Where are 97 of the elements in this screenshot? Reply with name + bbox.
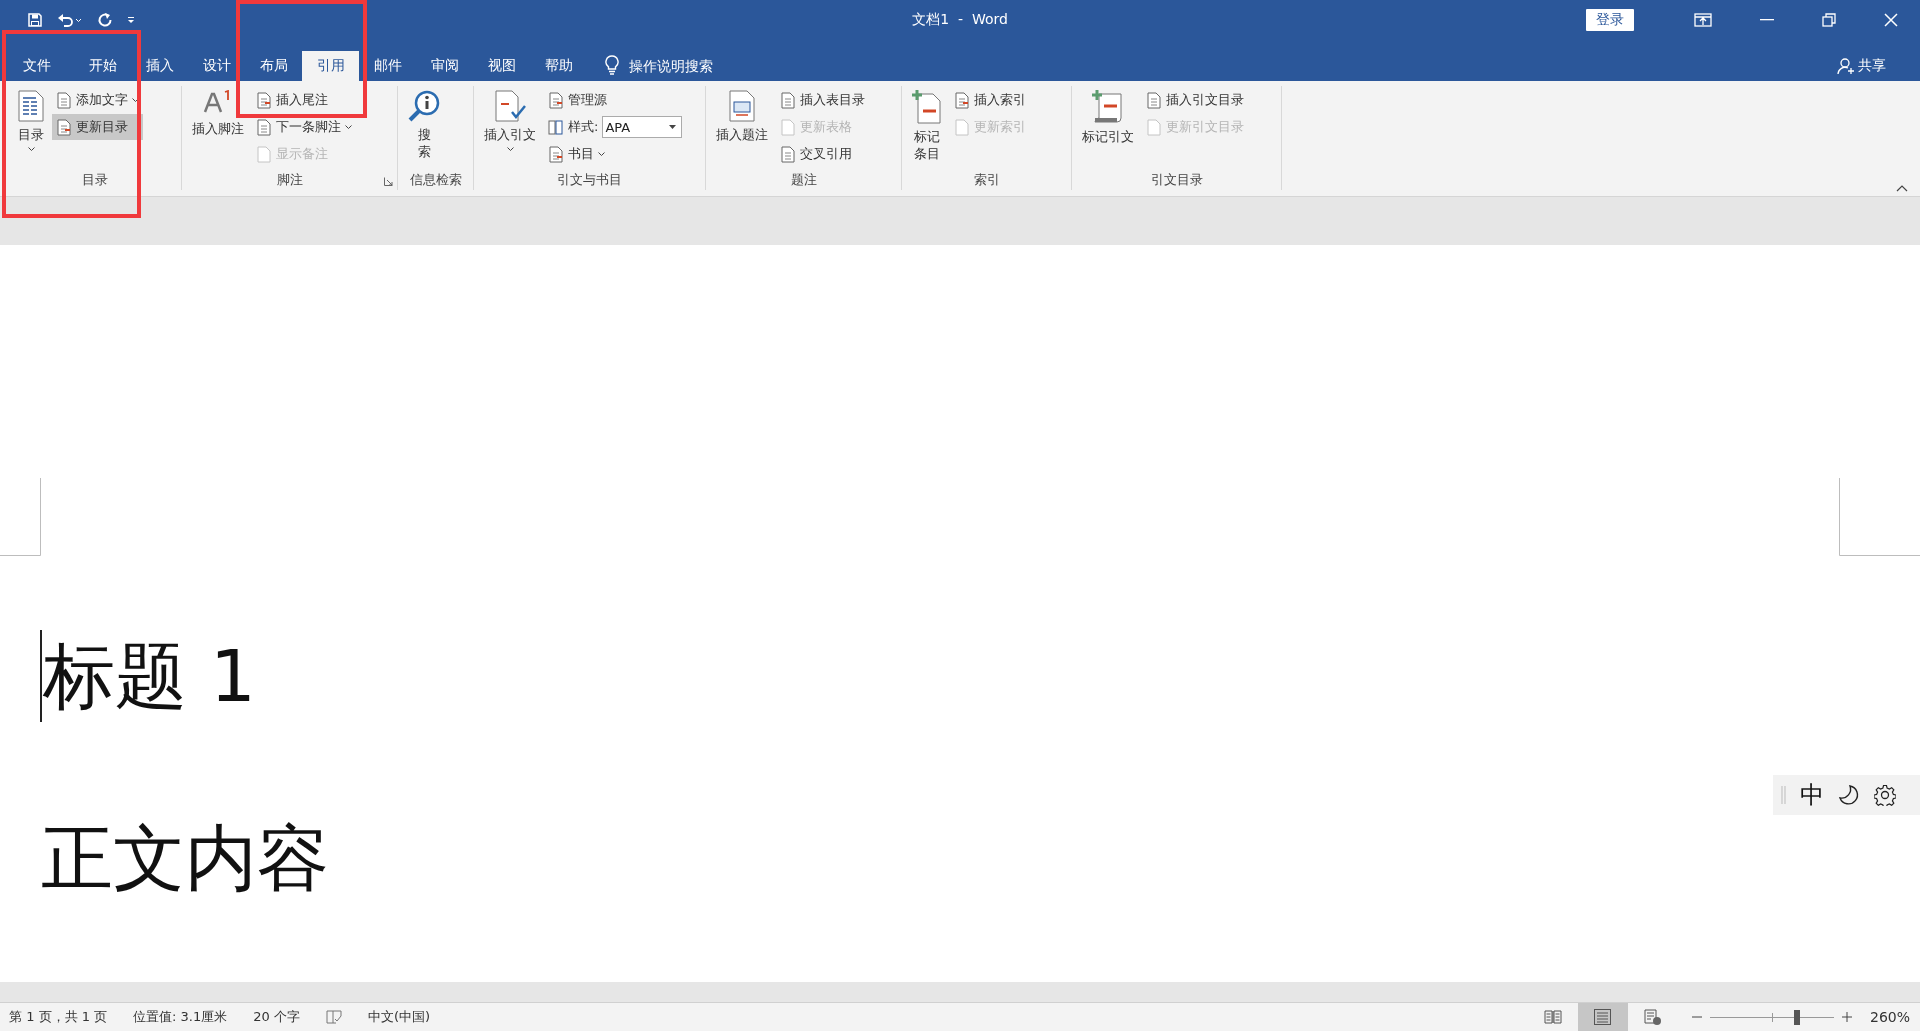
ribbon-tab[interactable]: 邮件	[359, 51, 416, 81]
group-label: 题注	[790, 171, 817, 189]
status-text[interactable]: 20 个字	[253, 1008, 300, 1026]
status-text[interactable]: 中文(中国)	[367, 1008, 431, 1026]
view-button[interactable]	[1577, 1003, 1628, 1031]
minimize-icon[interactable]	[1760, 19, 1774, 21]
ribbon-button[interactable]: 目录	[12, 86, 50, 153]
book-icon	[548, 118, 564, 136]
ribbon-button[interactable]: 标记 条目	[906, 86, 948, 164]
ribbon-tab[interactable]: 审阅	[416, 51, 473, 81]
group-label: 脚注	[276, 171, 303, 189]
ribbon-tab[interactable]: 引用	[302, 51, 359, 81]
group-label: 索引	[973, 171, 1000, 189]
style-label: 样式:	[568, 118, 599, 136]
ribbon-button[interactable]: 插入表目录	[776, 87, 869, 113]
document-icon	[954, 118, 970, 136]
document-icon	[256, 118, 272, 136]
ribbon-button[interactable]: 插入引文目录	[1142, 87, 1248, 113]
web-layout-icon	[1643, 1009, 1662, 1025]
style-dropdown[interactable]: APA	[602, 116, 683, 138]
document-icon	[256, 91, 272, 109]
close-icon[interactable]	[1884, 13, 1898, 27]
sign-in-button[interactable]: 登录	[1586, 9, 1634, 31]
share-button[interactable]: 共享	[1831, 51, 1892, 81]
moon-icon[interactable]	[1838, 784, 1860, 806]
ribbon-tab[interactable]: 开始	[74, 51, 131, 81]
document-icon	[548, 145, 564, 163]
document-icon	[954, 91, 970, 109]
document-icon	[256, 145, 272, 163]
ribbon-button[interactable]: 书目	[544, 141, 687, 167]
heading-text: 标题 1	[42, 633, 256, 720]
person-add-icon	[1837, 57, 1855, 75]
dialog-launcher-icon[interactable]	[384, 177, 393, 186]
caret-icon	[345, 125, 352, 129]
ribbon-tab[interactable]: 文件	[8, 51, 66, 81]
document-icon	[548, 91, 564, 109]
document-icon	[56, 118, 72, 136]
document-icon	[56, 91, 72, 109]
caption-icon	[729, 90, 755, 122]
caret-icon	[506, 147, 514, 151]
search-icon	[408, 90, 440, 122]
ribbon-button[interactable]: 插入索引	[950, 87, 1030, 113]
caret-icon	[27, 147, 35, 151]
caret-icon	[132, 98, 139, 102]
ribbon-button[interactable]: 插入题注	[710, 86, 774, 145]
ribbon-button[interactable]: 插入脚注	[186, 86, 250, 139]
status-text[interactable]: 位置值: 3.1厘米	[133, 1008, 228, 1026]
ribbon-button[interactable]: 下一条脚注	[252, 114, 356, 140]
lightbulb-icon	[605, 55, 619, 75]
window-title: 文档1 - Word	[912, 11, 1008, 29]
status-text[interactable]: 第 1 页，共 1 页	[9, 1008, 108, 1026]
scroll-plus-icon	[1091, 90, 1125, 124]
zoom-slider-thumb[interactable]	[1793, 1009, 1800, 1025]
proofing-book-icon[interactable]	[325, 1010, 342, 1024]
collapse-ribbon-icon[interactable]	[1896, 185, 1908, 192]
body-text: 正文内容	[41, 815, 329, 902]
ribbon-button[interactable]: 添加文字	[52, 87, 143, 113]
ribbon-button[interactable]: 搜 索	[402, 86, 446, 162]
citation-icon	[494, 90, 526, 122]
ribbon-button[interactable]: 标记引文	[1076, 86, 1140, 147]
tell-me-search[interactable]: 操作说明搜索	[629, 51, 713, 81]
document-plus-icon	[912, 90, 942, 124]
settings-icon[interactable]	[1874, 784, 1896, 806]
ribbon-tab[interactable]: 视图	[473, 51, 530, 81]
caret-icon	[598, 152, 605, 156]
customize-caret-icon[interactable]	[127, 16, 135, 24]
ribbon-tab[interactable]: 布局	[245, 51, 302, 81]
print-layout-icon	[1594, 1009, 1612, 1025]
document-icon	[1146, 118, 1162, 136]
ribbon-tab[interactable]: 帮助	[530, 51, 587, 81]
caret-icon	[669, 125, 677, 129]
document-icon	[780, 91, 796, 109]
read-mode-icon	[1543, 1010, 1562, 1024]
drag-handle-icon[interactable]	[1781, 786, 1786, 804]
document-list-icon	[18, 90, 44, 122]
save-icon[interactable]	[27, 12, 43, 28]
document-icon	[780, 145, 796, 163]
zoom-in-icon[interactable]	[1841, 1012, 1852, 1022]
group-label: 目录	[81, 171, 108, 189]
group-label: 信息检索	[409, 171, 462, 189]
group-label: 引文与书目	[557, 171, 622, 189]
document-icon	[780, 118, 796, 136]
ribbon-button[interactable]: 插入尾注	[252, 87, 356, 113]
zoom-level[interactable]: 260%	[1869, 1009, 1910, 1025]
undo-icon[interactable]	[57, 12, 83, 28]
input-mode-toggle[interactable]: 中	[1800, 779, 1824, 811]
restore-icon[interactable]	[1822, 13, 1836, 27]
ribbon-tab[interactable]: 设计	[188, 51, 245, 81]
document-icon	[1146, 91, 1162, 109]
ribbon-button[interactable]: 管理源	[544, 87, 687, 113]
ribbon-button[interactable]: 更新目录	[52, 114, 143, 140]
ribbon-button[interactable]: 交叉引用	[776, 141, 869, 167]
ribbon-display-icon[interactable]	[1694, 13, 1712, 27]
group-label: 引文目录	[1150, 171, 1203, 189]
ribbon-tab[interactable]: 插入	[131, 51, 188, 81]
ribbon-button[interactable]: 插入引文	[478, 86, 542, 153]
redo-icon[interactable]	[97, 12, 113, 28]
